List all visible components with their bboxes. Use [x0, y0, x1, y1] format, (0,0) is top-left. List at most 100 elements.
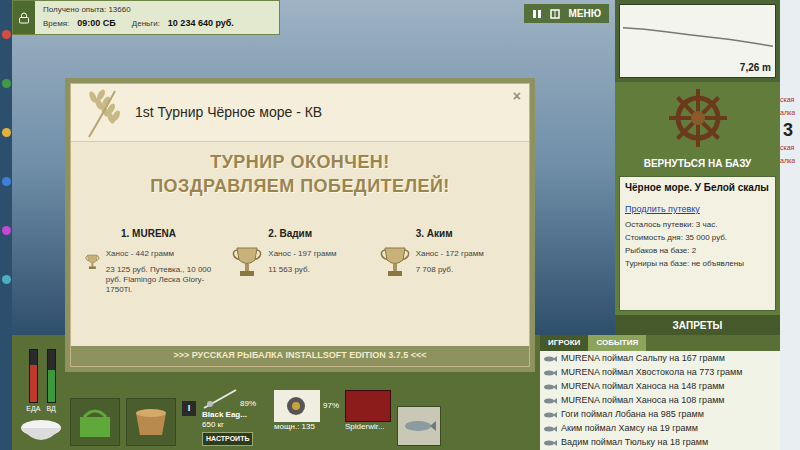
gauge-label: ВД: [46, 404, 55, 415]
fish-icon: [543, 439, 557, 447]
screen: Получено опыта: 13660Время:09:00 СБДеньг…: [0, 0, 800, 450]
fish-icon: [543, 425, 557, 433]
money-value: 10 234 640 руб.: [168, 17, 234, 31]
rod-wear: 89%: [240, 398, 256, 410]
event-list: MURENA поймал Сальпу на 167 грамм MURENA …: [540, 351, 780, 450]
winner-catch: Ханос - 172 грамм: [416, 249, 484, 259]
slot-button[interactable]: I: [182, 401, 196, 417]
desktop-icon[interactable]: [2, 30, 11, 39]
game-window: Получено опыта: 13660Время:09:00 СБДеньг…: [12, 0, 780, 450]
close-button[interactable]: ×: [513, 86, 521, 107]
lure-icon: [402, 418, 436, 434]
wheat-logo-icon: [79, 87, 123, 139]
lock-button[interactable]: [13, 1, 35, 34]
reel-power: мощн.: 135: [274, 422, 315, 432]
lure-tile[interactable]: [397, 406, 441, 446]
bait-tile[interactable]: [126, 398, 176, 446]
dialog-footer: >>> РУССКАЯ РЫБАЛКА INSTALLSOFT EDITION …: [71, 346, 529, 366]
time-value: 09:00 СБ: [77, 17, 116, 31]
winner-place: 3. Аким: [380, 226, 515, 241]
rod-card[interactable]: 89%Black Eag...650 кг НАСТРОИТЬ: [202, 388, 268, 447]
dialog-header: 1st Турнир Чёрное море - КВ ×: [71, 84, 529, 142]
reel-card[interactable]: 97% мощн.: 135: [274, 390, 339, 432]
desktop-label: алка: [780, 156, 795, 165]
depth-line-icon: [623, 7, 773, 69]
trophy-icon: [232, 245, 262, 279]
desktop-icon[interactable]: [2, 177, 11, 186]
location-info: Турниры на базе: не объявлены: [625, 259, 770, 269]
money-label: Деньги:: [132, 18, 160, 30]
bucket-icon: [132, 407, 170, 437]
winner-catch: Ханос - 197 грамм: [268, 249, 336, 259]
experience: Получено опыта: 13660: [43, 5, 234, 15]
winner: 2. Вадим Ханос - 197 грамм 11 563 руб.: [232, 226, 367, 295]
lock-icon: [18, 12, 30, 24]
event-row: Аким поймал Хамсу на 19 грамм: [540, 422, 780, 436]
status-panel: Получено опыта: 13660Время:09:00 СБДеньг…: [12, 0, 280, 35]
location-card: Чёрное море. У Белой скалы Продлить путев…: [619, 176, 776, 311]
location-info: Рыбаков на базе: 2: [625, 246, 770, 256]
winner-prize: 7 708 руб.: [416, 265, 484, 275]
rod-name: Black Eag...: [202, 410, 247, 420]
desktop-left-strip: [0, 0, 12, 450]
winners: 1. MURENA Ханос - 442 грамм 23 125 руб. Пу…: [71, 226, 529, 295]
event-row: MURENA поймал Ханоса на 108 грамм: [540, 394, 780, 408]
rod-load: 650 кг: [202, 420, 224, 430]
window-icon[interactable]: [550, 9, 560, 19]
desktop-icon[interactable]: [2, 226, 11, 235]
trophy-icon: [85, 245, 100, 279]
gauge-label: ЕДА: [26, 404, 40, 415]
event-row: MURENA поймал Сальпу на 167 грамм: [540, 352, 780, 366]
rod-icon: [202, 388, 238, 410]
bans-button[interactable]: ЗАПРЕТЫ: [615, 315, 780, 335]
event-row: MURENA поймал Ханоса на 148 грамм: [540, 380, 780, 394]
fish-icon: [543, 369, 557, 377]
toolbar: МЕНЮ: [524, 4, 609, 23]
desktop-label: ская: [780, 95, 794, 104]
desktop-label: алка: [780, 108, 795, 117]
setup-button[interactable]: НАСТРОИТЬ: [202, 432, 253, 447]
dialog-heading: ТУРНИР ОКОНЧЕН!ПОЗДРАВЛЯЕМ ПОБЕДИТЕЛЕЙ!: [71, 150, 529, 198]
event-tabs: ИГРОКИСОБЫТИЯ: [540, 335, 780, 351]
event-tab[interactable]: СОБЫТИЯ: [588, 335, 646, 351]
event-row: Гоги поймал Лобана на 985 грамм: [540, 408, 780, 422]
fish-icon: [543, 411, 557, 419]
desktop-icon[interactable]: [2, 79, 11, 88]
food-tile[interactable]: [70, 398, 120, 446]
desktop-icon[interactable]: [2, 128, 11, 137]
winner-place: 2. Вадим: [232, 226, 367, 241]
fish-icon: [543, 355, 557, 363]
event-row: Вадим поймал Тюльку на 18 грамм: [540, 436, 780, 450]
desktop-right-strip: ская алка 3 ская алка: [780, 0, 800, 450]
extend-link[interactable]: Продлить путевку: [625, 203, 770, 217]
desktop-icon[interactable]: [2, 275, 11, 284]
line-card[interactable]: Spiderwir...: [345, 390, 391, 432]
dialog-title: 1st Турнир Чёрное море - КВ: [131, 102, 505, 123]
desktop-label: ская: [780, 143, 794, 152]
reel-wear: 97%: [323, 400, 339, 412]
reel-icon: [282, 394, 312, 418]
gauge: [29, 349, 38, 403]
winner-prize: 11 563 руб.: [268, 265, 336, 275]
desktop-label: 3: [780, 121, 793, 139]
event-tab[interactable]: ИГРОКИ: [540, 335, 588, 351]
winner: 1. MURENA Ханос - 442 грамм 23 125 руб. Пу…: [85, 226, 220, 295]
trophy-icon: [380, 245, 410, 279]
location-title: Чёрное море. У Белой скалы: [625, 182, 770, 194]
winner: 3. Аким Ханос - 172 грамм 7 708 руб.: [380, 226, 515, 295]
winner-catch: Ханос - 442 грамм: [106, 249, 221, 259]
fish-icon: [543, 397, 557, 405]
basket-icon: [76, 405, 114, 439]
bowl-icon[interactable]: [18, 416, 64, 446]
winner-place: 1. MURENA: [85, 226, 220, 241]
gauge: [47, 349, 56, 403]
depth-chart: 7,26 m: [615, 0, 780, 82]
winner-prize: 23 125 руб. Путевка., 10 000 руб. Flamin…: [106, 265, 221, 295]
location-info: Осталось путевки: 3 час.: [625, 220, 770, 230]
line-name: Spiderwir...: [345, 422, 385, 432]
fish-icon: [543, 383, 557, 391]
menu-button[interactable]: МЕНЮ: [568, 6, 601, 21]
pause-icon[interactable]: [532, 9, 542, 19]
ship-wheel-icon: [667, 87, 729, 149]
return-button[interactable]: ВЕРНУТЬСЯ НА БАЗУ: [615, 154, 780, 172]
